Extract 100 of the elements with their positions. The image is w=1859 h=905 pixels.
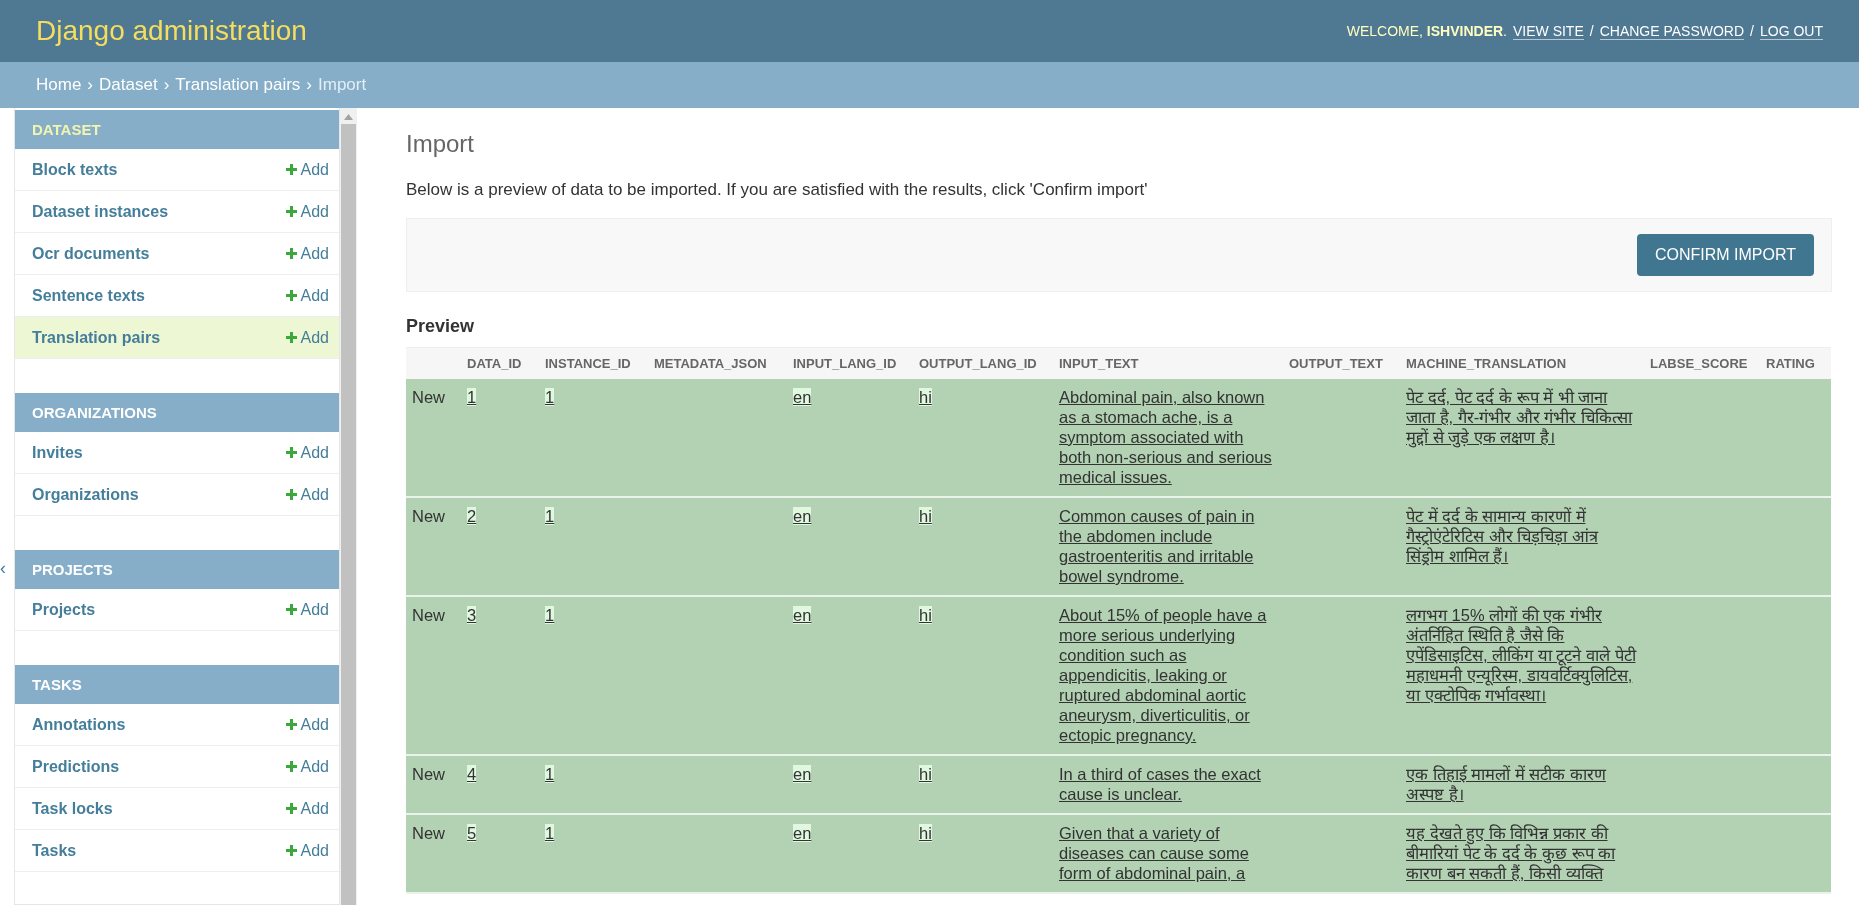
module-header[interactable]: TASKS: [15, 665, 339, 704]
confirm-import-button[interactable]: CONFIRM IMPORT: [1636, 234, 1814, 276]
inserted-text: 1: [545, 765, 555, 783]
inserted-text: Abdominal pain, also known as a stomach ache, is a symptom associated with both non-serious and serious medical issues.: [1059, 387, 1273, 487]
inserted-text: Common causes of pain in the abdomen include gastroenteritis and irritable bowel syndrome.: [1059, 506, 1256, 586]
inserted-text: en: [793, 388, 812, 406]
site-title[interactable]: Django administration: [36, 15, 307, 47]
inserted-text: 2: [467, 507, 477, 525]
inserted-text: hi: [919, 507, 932, 525]
add-link[interactable]: Add: [285, 244, 329, 263]
inserted-text: en: [793, 507, 812, 525]
add-link[interactable]: Add: [285, 799, 329, 818]
column-header: MACHINE_TRANSLATION: [1400, 347, 1644, 379]
add-link[interactable]: Add: [285, 328, 329, 347]
sidebar-item[interactable]: Task locks Add: [15, 788, 339, 830]
inserted-text: 1: [467, 388, 477, 406]
column-header: INPUT_LANG_ID: [787, 347, 913, 379]
sidebar-item[interactable]: Translation pairs Add: [15, 317, 339, 359]
plus-icon: [285, 761, 297, 772]
breadcrumb-link[interactable]: Translation pairs: [175, 75, 301, 95]
inserted-text: 1: [545, 507, 555, 525]
inserted-text: 3: [467, 606, 477, 624]
sidebar-item[interactable]: Organizations Add: [15, 474, 339, 516]
inserted-text: hi: [919, 606, 932, 624]
inserted-text: 4: [467, 765, 477, 783]
link-separator: /: [1750, 23, 1754, 39]
plus-icon: [285, 845, 297, 856]
inserted-text: en: [793, 824, 812, 842]
plus-icon: [285, 248, 297, 259]
plus-icon: [285, 332, 297, 343]
inserted-text: लगभग 15% लोगों की एक गंभीर अंतर्निहित स्थिति है जैसे कि एपेंडिसाइटिस, लीकिंग या टूटने वाले पेटी महाधमनी एन्यूरिस्म, डायवर्टिक्युलिटिस, या एक्टोपिक गर्भावस्था।: [1406, 605, 1638, 705]
inserted-text: Given that a variety of diseases can cause some form of abdominal pain, a: [1059, 823, 1250, 883]
inserted-text: पेट दर्द, पेट दर्द के रूप में भी जाना जाता है, गैर-गंभीर और गंभीर चिकित्सा मुद्दों से जुड़े एक लक्षण है।: [1406, 387, 1634, 447]
inserted-text: 1: [545, 824, 555, 842]
column-header: OUTPUT_LANG_ID: [913, 347, 1053, 379]
add-link[interactable]: Add: [285, 757, 329, 776]
add-link[interactable]: Add: [285, 715, 329, 734]
section-title: Preview: [406, 316, 476, 337]
sidebar-item[interactable]: Block texts Add: [15, 149, 339, 191]
add-link[interactable]: Add: [285, 160, 329, 179]
column-header: METADATA_JSON: [648, 347, 787, 379]
add-link[interactable]: Add: [285, 485, 329, 504]
plus-icon: [285, 290, 297, 301]
header-link[interactable]: CHANGE PASSWORD: [1599, 22, 1745, 40]
plus-icon: [285, 803, 297, 814]
inserted-text: en: [793, 765, 812, 783]
inserted-text: एक तिहाई मामलों में सटीक कारण अस्पष्ट है।: [1406, 764, 1608, 804]
column-header: OUTPUT_TEXT: [1283, 347, 1400, 379]
page-title: Import: [406, 130, 475, 158]
breadcrumb-separator: ›: [163, 75, 170, 95]
sidebar-item[interactable]: Invites Add: [15, 432, 339, 474]
inserted-text: hi: [919, 824, 932, 842]
sidebar-item[interactable]: Tasks Add: [15, 830, 339, 872]
sidebar-item[interactable]: Dataset instances Add: [15, 191, 339, 233]
sidebar-item[interactable]: Ocr documents Add: [15, 233, 339, 275]
plus-icon: [285, 164, 297, 175]
module-header[interactable]: PROJECTS: [15, 550, 339, 589]
link-separator: /: [1589, 23, 1594, 39]
column-header: INSTANCE_ID: [539, 347, 648, 379]
sidebar-item[interactable]: Predictions Add: [15, 746, 339, 788]
breadcrumb-current: Import: [318, 75, 367, 95]
inserted-text: 1: [545, 388, 555, 406]
column-header: LABSE_SCORE: [1644, 347, 1760, 379]
import-type: New: [412, 765, 445, 783]
breadcrumb-link[interactable]: Dataset: [99, 75, 158, 95]
header-link[interactable]: LOG OUT: [1760, 22, 1823, 40]
inserted-text: hi: [919, 388, 932, 406]
import-type: New: [412, 606, 445, 624]
inserted-text: पेट में दर्द के सामान्य कारणों में गैस्ट्रोएंटेरिटिस और चिड़चिड़ा आंत्र सिंड्रोम शामिल हैं।: [1406, 506, 1600, 566]
add-link[interactable]: Add: [285, 202, 329, 221]
plus-icon: [285, 489, 297, 500]
breadcrumb-separator: ›: [306, 75, 312, 95]
plus-icon: [285, 447, 297, 458]
breadcrumb-link[interactable]: Home: [36, 75, 82, 95]
sidebar-item[interactable]: Annotations Add: [15, 704, 339, 746]
inserted-text: In a third of cases the exact cause is unclear.: [1059, 764, 1262, 804]
plus-icon: [285, 206, 297, 217]
add-link[interactable]: Add: [285, 286, 329, 305]
module-header[interactable]: ORGANIZATIONS: [15, 393, 339, 432]
header-link[interactable]: VIEW SITE: [1512, 22, 1584, 40]
add-link[interactable]: Add: [285, 600, 329, 619]
add-link[interactable]: Add: [285, 443, 329, 462]
inserted-text: 5: [467, 824, 477, 842]
description-text: Below is a preview of data to be imported. If you are satisfied with the results, click 'Confirm import': [406, 180, 1149, 200]
scroll-up-icon[interactable]: [344, 114, 353, 120]
plus-icon: [285, 604, 297, 615]
sidebar-toggle[interactable]: ‹: [0, 558, 6, 579]
inserted-text: यह देखते हुए कि विभिन्न प्रकार की बीमारियां पेट के दर्द के कुछ रूप का कारण बन सकती हैं, किसी व्यक्ति: [1406, 823, 1617, 883]
column-header: RATING: [1760, 347, 1831, 379]
import-type: New: [412, 507, 445, 525]
add-link[interactable]: Add: [285, 841, 329, 860]
plus-icon: [285, 719, 297, 730]
welcome-text: WELCOME, ISHVINDER.: [1346, 23, 1507, 39]
inserted-text: hi: [919, 765, 932, 783]
inserted-text: About 15% of people have a more serious underlying condition such as appendicitis, leaking or ruptured abdominal aortic aneurysm, diverticulitis, or ectopic pregnancy.: [1059, 605, 1268, 745]
breadcrumb-separator: ›: [87, 75, 94, 95]
inserted-text: en: [793, 606, 812, 624]
sidebar-item[interactable]: Projects Add: [15, 589, 339, 631]
import-type: New: [412, 824, 445, 842]
import-type: New: [412, 388, 445, 406]
